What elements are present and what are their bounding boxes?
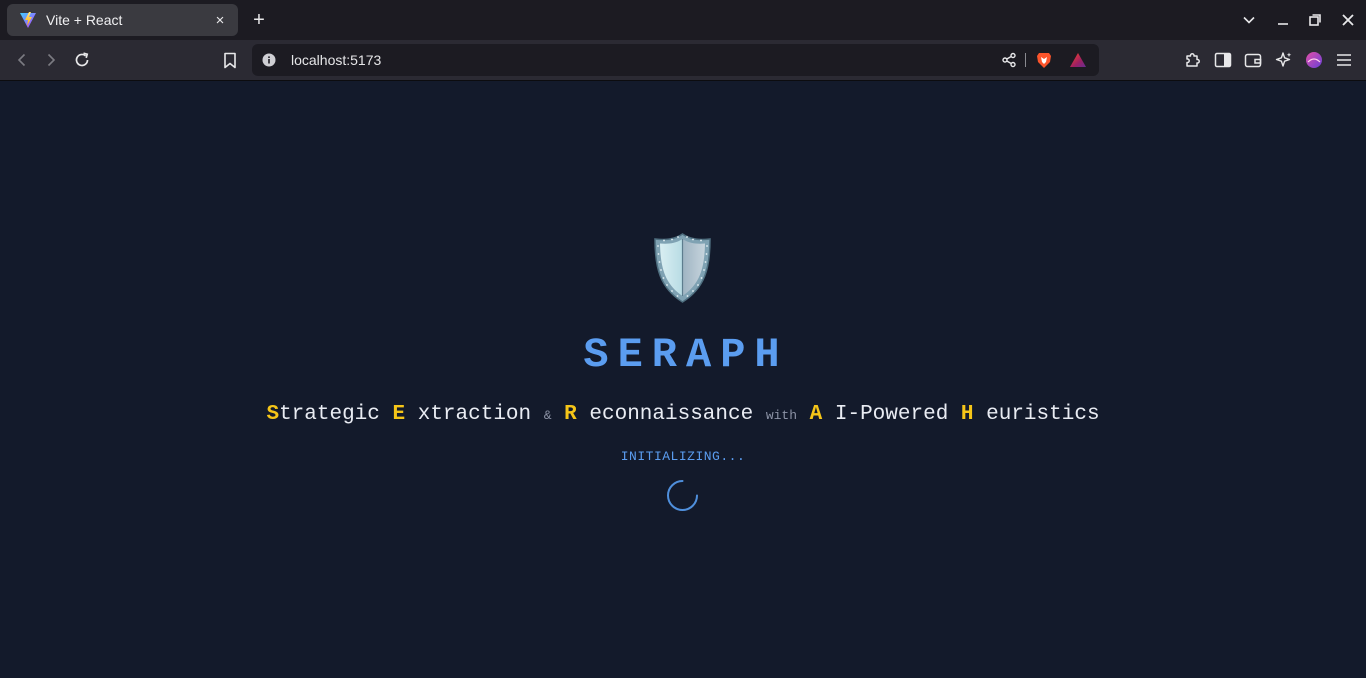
- wallet-icon[interactable]: [1243, 50, 1263, 70]
- tagline-initial-a: A: [809, 403, 823, 426]
- tagline-ampersand: &: [543, 408, 552, 423]
- sidebar-icon[interactable]: [1213, 50, 1233, 70]
- minimize-icon[interactable]: [1273, 10, 1293, 30]
- restore-icon[interactable]: [1305, 10, 1325, 30]
- tagline: Strategic E xtraction & R econnaissance …: [0, 403, 1366, 426]
- tagline-initial-h: H: [960, 403, 974, 426]
- address-bar[interactable]: localhost:5173: [252, 44, 1099, 76]
- app-title: SERAPH: [583, 331, 789, 379]
- close-window-icon[interactable]: [1338, 10, 1358, 30]
- info-icon[interactable]: [262, 53, 276, 67]
- page-viewport: SERAPH Strategic E xtraction & R econnai…: [0, 81, 1366, 678]
- back-arrow-icon[interactable]: [12, 50, 32, 70]
- tagline-word-extraction: xtraction: [417, 403, 532, 426]
- new-tab-button[interactable]: +: [249, 10, 269, 30]
- puzzle-icon[interactable]: [1183, 50, 1203, 70]
- tagline-initial-s: S: [266, 403, 280, 426]
- share-icon[interactable]: [1001, 52, 1017, 68]
- close-tab-icon[interactable]: ×: [212, 12, 228, 29]
- forward-arrow-icon[interactable]: [41, 50, 61, 70]
- tagline-word-ai-powered: I-Powered: [834, 403, 949, 426]
- navigation-toolbar: localhost:5173: [0, 40, 1366, 81]
- bookmark-icon[interactable]: [220, 50, 240, 70]
- sparkle-icon[interactable]: [1274, 50, 1294, 70]
- tab-title: Vite + React: [46, 12, 123, 28]
- brave-rewards-icon[interactable]: [1069, 51, 1087, 69]
- vite-icon: [19, 11, 37, 29]
- tab-list-chevron-icon[interactable]: [1239, 10, 1259, 30]
- tagline-initial-e: E: [392, 403, 406, 426]
- tagline-word-strategic: trategic: [279, 403, 380, 426]
- profile-avatar-icon[interactable]: [1304, 50, 1324, 70]
- tab-strip: Vite + React × +: [0, 0, 1366, 40]
- tagline-with: with: [765, 408, 798, 423]
- tagline-initial-r: R: [564, 403, 577, 426]
- shield-icon: [652, 232, 713, 304]
- reload-icon[interactable]: [72, 50, 92, 70]
- brave-lion-icon[interactable]: [1035, 51, 1053, 69]
- spinner-icon: [666, 479, 699, 512]
- tagline-word-heuristics: euristics: [986, 403, 1100, 426]
- hamburger-menu-icon[interactable]: [1334, 50, 1354, 70]
- address-bar-divider: [1025, 53, 1026, 67]
- url-text[interactable]: localhost:5173: [291, 52, 381, 68]
- tagline-word-reconnaissance: econnaissance: [589, 403, 754, 426]
- tab-active[interactable]: Vite + React ×: [7, 4, 238, 36]
- loading-status: INITIALIZING...: [620, 449, 746, 464]
